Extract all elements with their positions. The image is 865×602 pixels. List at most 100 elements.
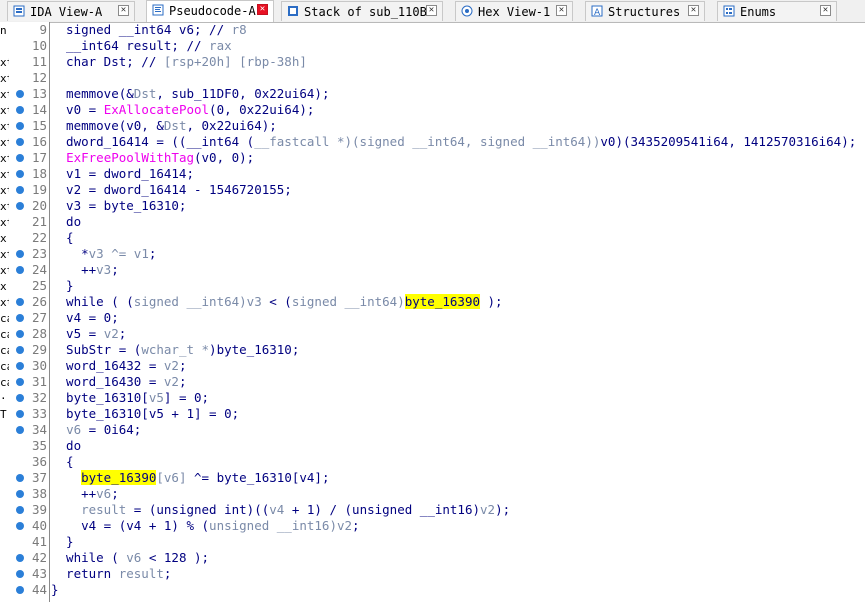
code-line[interactable]: signed __int64 v6; // r8 — [51, 22, 247, 38]
breakpoint-dot-icon[interactable] — [16, 154, 24, 162]
breakpoint-dot-icon[interactable] — [16, 122, 24, 130]
breakpoint-dot-icon[interactable] — [16, 362, 24, 370]
code-line[interactable]: do — [51, 438, 81, 454]
code-line[interactable]: v4 = (v4 + 1) % (unsigned __int16)v2; — [51, 518, 359, 534]
code-line[interactable]: byte_16310[v5 + 1] = 0; — [51, 406, 239, 422]
code-line[interactable]: v3 = byte_16310; — [51, 198, 186, 214]
breakpoint-dot-icon[interactable] — [16, 346, 24, 354]
code-line[interactable]: v6 = 0i64; — [51, 422, 141, 438]
line-number: 27 — [31, 310, 47, 325]
gutter-row: 31 — [9, 374, 49, 390]
tab-ida-view-a[interactable]: IDA View-A ✕ — [7, 1, 135, 21]
code-token: dword_16414 = ((__int64 ( — [51, 134, 255, 149]
tab-structures[interactable]: A Structures ✕ — [585, 1, 705, 21]
comment-token: v2 — [103, 326, 119, 341]
code-line[interactable]: v0 = ExAllocatePool(0, 0x22ui64); — [51, 102, 314, 118]
code-line[interactable]: v2 = dword_16414 - 1546720155; — [51, 182, 292, 198]
left-strip-text: xt — [0, 184, 9, 197]
close-icon[interactable]: ✕ — [118, 5, 129, 16]
code-line[interactable]: } — [51, 534, 74, 550]
breakpoint-dot-icon[interactable] — [16, 554, 24, 562]
code-line[interactable]: while ( v6 < 128 ); — [51, 550, 209, 566]
code-line[interactable]: dword_16414 = ((__int64 (__fastcall *)(s… — [51, 134, 856, 150]
close-icon[interactable]: ✕ — [688, 5, 699, 16]
code-line[interactable]: v1 = dword_16414; — [51, 166, 194, 182]
breakpoint-dot-icon[interactable] — [16, 298, 24, 306]
code-line[interactable]: result = (unsigned int)((v4 + 1) / (unsi… — [51, 502, 510, 518]
breakpoint-dot-icon[interactable] — [16, 266, 24, 274]
breakpoint-dot-icon[interactable] — [16, 506, 24, 514]
breakpoint-dot-icon[interactable] — [16, 474, 24, 482]
code-token: * — [51, 246, 89, 261]
close-icon[interactable]: ✕ — [820, 5, 831, 16]
left-strip-text: xt — [0, 88, 9, 101]
code-token: < ( — [261, 294, 292, 309]
tab-enums[interactable]: Enums ✕ — [717, 1, 837, 21]
line-number: 34 — [31, 422, 47, 437]
code-line[interactable]: byte_16310[v5] = 0; — [51, 390, 209, 406]
code-line[interactable]: memmove(v0, &Dst, 0x22ui64); — [51, 118, 277, 134]
code-line[interactable]: return result; — [51, 566, 171, 582]
comment-token: __fastcall *)(signed __int64, signed __i… — [254, 134, 601, 149]
gutter-row: 23 — [9, 246, 49, 262]
code-line[interactable]: v4 = 0; — [51, 310, 119, 326]
code-line[interactable]: ++v6; — [51, 486, 119, 502]
code-line[interactable]: byte_16390[v6] ^= byte_16310[v4]; — [51, 470, 329, 486]
code-token: do — [51, 214, 82, 229]
breakpoint-dot-icon[interactable] — [16, 90, 24, 98]
code-line[interactable]: v5 = v2; — [51, 326, 126, 342]
breakpoint-dot-icon[interactable] — [16, 394, 24, 402]
code-line[interactable]: } — [51, 278, 74, 294]
breakpoint-dot-icon[interactable] — [16, 378, 24, 386]
pseudocode-view[interactable]: signed __int64 v6; // r8 __int64 result;… — [51, 22, 865, 602]
code-token: memmove(v0, & — [51, 118, 164, 133]
breakpoint-dot-icon[interactable] — [16, 250, 24, 258]
tab-hex-view-1[interactable]: Hex View-1 ✕ — [455, 1, 573, 21]
breakpoint-dot-icon[interactable] — [16, 522, 24, 530]
breakpoint-dot-icon[interactable] — [16, 314, 24, 322]
breakpoint-dot-icon[interactable] — [16, 426, 24, 434]
code-token: = (unsigned int)(( — [126, 502, 270, 517]
code-line[interactable]: { — [51, 230, 74, 246]
breakpoint-dot-icon[interactable] — [16, 586, 24, 594]
breakpoint-dot-icon[interactable] — [16, 106, 24, 114]
close-icon[interactable]: ✕ — [426, 5, 437, 16]
code-line[interactable]: word_16430 = v2; — [51, 374, 186, 390]
line-number: 40 — [31, 518, 47, 533]
line-number-gutter: 9 10 11 12 13 14 15 16 17 18 19 20 21 22 23 24 25 26 27 28 2… — [9, 22, 49, 602]
enums-icon — [723, 5, 735, 17]
tab-stack-of-sub-110b8[interactable]: Stack of sub_110B8 ✕ — [281, 1, 443, 21]
left-panel-edge: n xt xt xt xt xt xt xt xt xt xt xt x xt xt x xt ca ca ca ca c… — [0, 22, 9, 602]
code-line[interactable]: do — [51, 214, 81, 230]
code-line[interactable]: word_16432 = v2; — [51, 358, 186, 374]
breakpoint-dot-icon[interactable] — [16, 170, 24, 178]
breakpoint-dot-icon[interactable] — [16, 138, 24, 146]
breakpoint-dot-icon[interactable] — [16, 186, 24, 194]
breakpoint-dot-icon[interactable] — [16, 410, 24, 418]
code-line[interactable]: { — [51, 454, 74, 470]
tab-pseudocode-a[interactable]: Pseudocode-A ✕ — [146, 0, 274, 22]
close-icon[interactable]: ✕ — [257, 4, 268, 15]
breakpoint-dot-icon[interactable] — [16, 570, 24, 578]
line-number: 22 — [31, 230, 47, 245]
line-number: 26 — [31, 294, 47, 309]
code-line[interactable]: ExFreePoolWithTag(v0, 0); — [51, 150, 254, 166]
breakpoint-dot-icon[interactable] — [16, 490, 24, 498]
breakpoint-dot-icon[interactable] — [16, 202, 24, 210]
code-line[interactable]: while ( (signed __int64)v3 < (signed __i… — [51, 294, 503, 310]
code-line[interactable]: ++v3; — [51, 262, 119, 278]
code-line[interactable]: *v3 ^= v1; — [51, 246, 156, 262]
comment-token: Dst — [163, 118, 187, 133]
code-line[interactable]: } — [51, 582, 59, 598]
left-strip-text: ca — [0, 376, 9, 389]
line-number: 23 — [31, 246, 47, 261]
ida-view-icon — [13, 5, 25, 17]
code-token: ); — [495, 502, 511, 517]
breakpoint-dot-icon[interactable] — [16, 330, 24, 338]
code-line[interactable]: memmove(&Dst, sub_11DF0, 0x22ui64); — [51, 86, 329, 102]
close-icon[interactable]: ✕ — [556, 5, 567, 16]
code-line[interactable]: char Dst; // [rsp+20h] [rbp-38h] — [51, 54, 307, 70]
gutter-row: 44 — [9, 582, 49, 598]
code-line[interactable]: SubStr = (wchar_t *)byte_16310; — [51, 342, 299, 358]
code-line[interactable]: __int64 result; // rax — [51, 38, 232, 54]
